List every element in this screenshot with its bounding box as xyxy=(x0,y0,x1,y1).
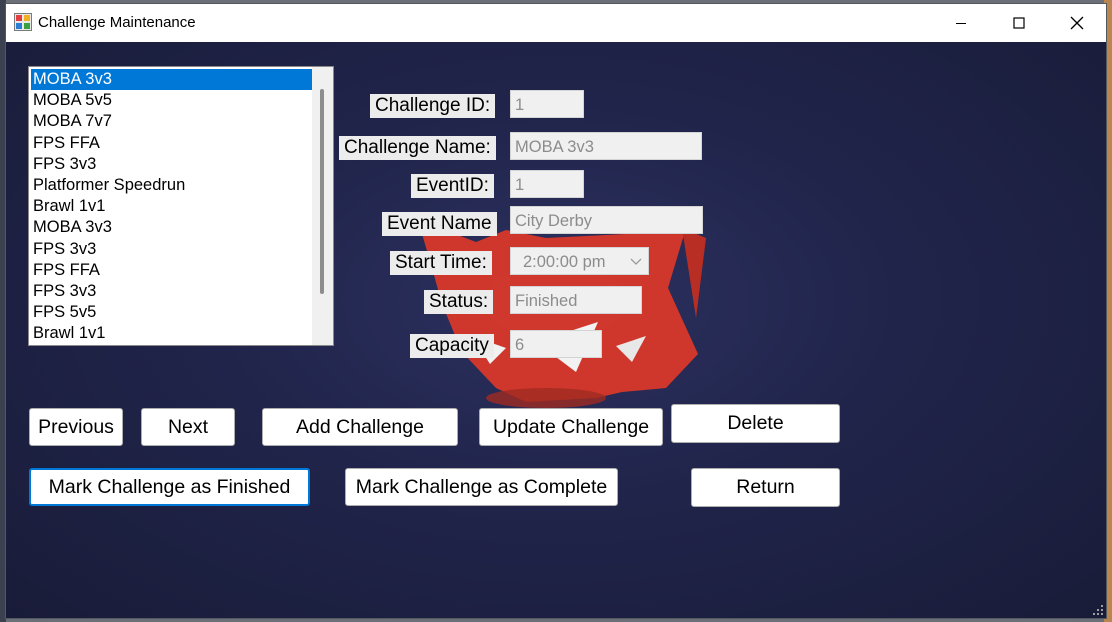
mark-complete-button[interactable]: Mark Challenge as Complete xyxy=(345,468,618,506)
add-challenge-button[interactable]: Add Challenge xyxy=(262,408,458,446)
list-item[interactable]: FPS FFA xyxy=(31,133,313,154)
challenge-maintenance-window: Challenge Maintenance MOBA 3v3 MOBA 5v5 MO… xyxy=(6,4,1106,618)
maximize-icon xyxy=(1013,17,1025,29)
list-item[interactable]: FPS 5v5 xyxy=(31,302,313,323)
challenge-listbox[interactable]: MOBA 3v3 MOBA 5v5 MOBA 7v7 FPS FFA FPS 3v3 Pl… xyxy=(28,66,334,346)
challenge-name-field[interactable]: MOBA 3v3 xyxy=(510,132,702,160)
minimize-button[interactable] xyxy=(932,4,990,42)
listbox-scrollbar[interactable] xyxy=(312,67,333,345)
close-button[interactable] xyxy=(1048,4,1106,42)
update-challenge-button[interactable]: Update Challenge xyxy=(479,408,663,446)
title-bar[interactable]: Challenge Maintenance xyxy=(6,4,1106,42)
event-id-label: EventID: xyxy=(411,174,494,198)
start-time-label: Start Time: xyxy=(390,251,492,275)
event-name-field[interactable]: City Derby xyxy=(510,206,703,234)
mark-finished-button[interactable]: Mark Challenge as Finished xyxy=(29,468,310,506)
maximize-button[interactable] xyxy=(990,4,1048,42)
delete-button[interactable]: Delete xyxy=(671,404,840,443)
app-form-icon xyxy=(14,13,32,31)
challenge-id-field[interactable]: 1 xyxy=(510,90,584,118)
list-item[interactable]: FPS 3v3 xyxy=(31,281,313,302)
list-item[interactable]: FPS 3v3 xyxy=(31,154,313,175)
challenge-id-label: Challenge ID: xyxy=(370,94,496,118)
capacity-label: Capacity xyxy=(410,334,494,358)
challenge-name-label: Challenge Name: xyxy=(339,136,496,160)
list-item[interactable]: FPS 3v3 xyxy=(31,239,313,260)
capacity-field[interactable]: 6 xyxy=(510,330,602,358)
status-label: Status: xyxy=(424,290,494,314)
list-item[interactable]: MOBA 3v3 xyxy=(31,217,313,238)
list-item[interactable]: MOBA 7v7 xyxy=(31,111,313,132)
start-time-picker[interactable]: 2:00:00 pm xyxy=(510,247,649,275)
next-button[interactable]: Next xyxy=(141,408,235,446)
challenge-list: MOBA 3v3 MOBA 5v5 MOBA 7v7 FPS FFA FPS 3v3 Pl… xyxy=(29,67,313,344)
start-time-value: 2:00:00 pm xyxy=(523,253,606,271)
event-name-label: Event Name xyxy=(382,212,497,236)
list-item[interactable]: MOBA 3v3 xyxy=(31,69,313,91)
list-item[interactable]: FPS FFA xyxy=(31,260,313,281)
chevron-down-icon[interactable] xyxy=(630,256,642,266)
close-icon xyxy=(1070,16,1084,30)
event-id-field[interactable]: 1 xyxy=(510,170,584,198)
scrollbar-thumb[interactable] xyxy=(320,89,324,294)
status-field[interactable]: Finished xyxy=(510,286,642,314)
list-item[interactable]: Brawl 1v1 xyxy=(31,196,313,217)
list-item[interactable]: MOBA 5v5 xyxy=(31,90,313,111)
return-button[interactable]: Return xyxy=(691,468,840,507)
form-client-area: MOBA 3v3 MOBA 5v5 MOBA 7v7 FPS FFA FPS 3v3 Pl… xyxy=(6,42,1106,618)
resize-grip-icon[interactable] xyxy=(1092,604,1104,616)
previous-button[interactable]: Previous xyxy=(29,408,123,446)
minimize-icon xyxy=(956,23,966,24)
list-item[interactable]: Platformer Speedrun xyxy=(31,175,313,196)
window-title: Challenge Maintenance xyxy=(38,14,196,31)
list-item[interactable]: Brawl 1v1 xyxy=(31,323,313,344)
